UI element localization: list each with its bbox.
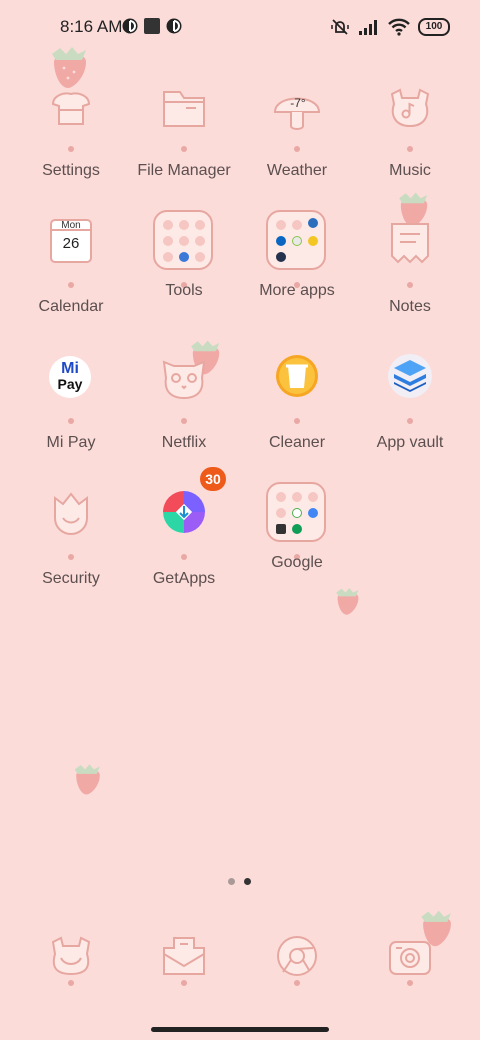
app-vault-icon xyxy=(388,354,432,398)
app-label: Netflix xyxy=(161,434,207,451)
settings-icon xyxy=(51,92,91,125)
app-cleaner[interactable]: Cleaner xyxy=(242,354,352,474)
app-music[interactable]: Music xyxy=(355,82,465,202)
icon-stick xyxy=(68,980,74,986)
app-getapps[interactable]: GetApps xyxy=(129,490,239,610)
calendar-day: Mon xyxy=(61,220,81,231)
signal-icon xyxy=(359,20,377,35)
icon-stick xyxy=(68,418,74,424)
app-label: More apps xyxy=(259,282,335,299)
app-weather[interactable]: -7° Weather xyxy=(242,82,352,202)
dock-messages[interactable] xyxy=(129,934,239,994)
notification-badge: 30 xyxy=(200,467,226,491)
app-label: Cleaner xyxy=(268,434,326,451)
status-time: 8:16 AM xyxy=(60,17,123,36)
icon-stick xyxy=(294,146,300,152)
icon-stick xyxy=(407,418,413,424)
wifi-icon xyxy=(388,18,410,36)
icon-stick xyxy=(407,282,413,288)
app-label: Weather xyxy=(266,162,328,179)
page-indicator[interactable] xyxy=(226,878,256,888)
weather-temperature: -7° xyxy=(290,96,306,110)
app-settings[interactable]: Settings xyxy=(16,82,126,202)
app-label: Google xyxy=(271,554,323,571)
dock-camera[interactable] xyxy=(355,934,465,994)
icon-stick xyxy=(181,146,187,152)
status-right-icons: 100 xyxy=(330,15,450,39)
folder-more-apps[interactable]: More apps xyxy=(242,210,352,330)
app-label: Notes xyxy=(389,298,431,315)
app-label: Mi Pay xyxy=(46,434,96,451)
app-calendar[interactable]: Mon 26 Calendar xyxy=(16,218,126,338)
folder-google-icon xyxy=(266,482,328,544)
icon-stick xyxy=(181,418,187,424)
icon-stick xyxy=(294,418,300,424)
mi-pay-icon: Mi Pay xyxy=(43,354,99,410)
calendar-date: 26 xyxy=(62,235,80,252)
home-gesture-bar[interactable] xyxy=(151,1027,329,1032)
app-label: Music xyxy=(389,162,431,179)
notes-icon xyxy=(391,223,429,264)
app-mi-pay[interactable]: Mi Pay Mi Pay xyxy=(16,354,126,474)
notification-icon xyxy=(122,18,138,34)
icon-stick xyxy=(68,282,74,288)
notification-icon xyxy=(166,18,182,34)
folder-google[interactable]: Google xyxy=(242,482,352,602)
mi-pay-logo-bottom: Pay xyxy=(57,376,83,392)
app-app-vault[interactable]: App vault xyxy=(355,354,465,474)
app-label: File Manager xyxy=(137,162,231,179)
app-label: Calendar xyxy=(38,298,104,315)
silent-vibrate-icon xyxy=(331,19,349,35)
app-notes[interactable]: Notes xyxy=(355,218,465,338)
app-file-manager[interactable]: File Manager xyxy=(129,82,239,202)
app-label: GetApps xyxy=(152,570,216,587)
icon-stick xyxy=(68,554,74,560)
square-notification-icon xyxy=(144,18,160,34)
icon-stick xyxy=(407,980,413,986)
icon-stick xyxy=(68,146,74,152)
netflix-icon xyxy=(162,360,206,400)
icon-stick xyxy=(407,146,413,152)
music-icon xyxy=(390,88,430,128)
app-label: Settings xyxy=(42,162,100,179)
calendar-icon: Mon 26 xyxy=(43,218,99,274)
strawberry-decoration-icon xyxy=(74,764,100,795)
dock-phone[interactable] xyxy=(16,934,126,994)
battery-icon: 100 xyxy=(418,18,450,36)
app-label: App vault xyxy=(376,434,444,451)
app-security[interactable]: Security xyxy=(16,490,126,610)
cleaner-icon xyxy=(276,355,318,397)
folder-tools-icon xyxy=(153,210,215,272)
page-dot-1[interactable] xyxy=(228,878,235,885)
folder-more-apps-icon xyxy=(266,210,328,272)
app-netflix[interactable]: Netflix xyxy=(129,354,239,474)
getapps-icon xyxy=(163,491,205,533)
weather-mushroom-icon: -7° xyxy=(269,82,325,138)
security-icon xyxy=(54,492,88,536)
app-label: Tools xyxy=(165,282,203,299)
folder-tools[interactable]: Tools xyxy=(129,210,239,330)
icon-stick xyxy=(181,554,187,560)
page-dot-2-active[interactable] xyxy=(244,878,251,885)
dock-browser[interactable] xyxy=(242,934,352,994)
folder-icon xyxy=(163,91,205,127)
icon-stick xyxy=(294,980,300,986)
app-label: Security xyxy=(42,570,100,587)
icon-stick xyxy=(181,980,187,986)
